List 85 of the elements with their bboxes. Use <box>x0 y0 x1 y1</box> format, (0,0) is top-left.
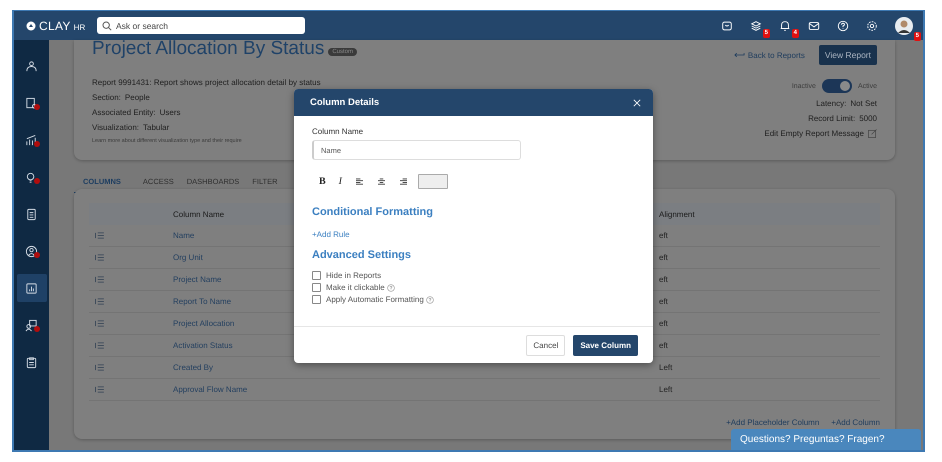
chart-up-icon <box>25 134 38 146</box>
back-link[interactable]: Back to Reports <box>734 50 805 60</box>
align-right-icon[interactable] <box>399 178 408 185</box>
sidebar-item[interactable] <box>16 274 46 302</box>
drag-handle-icon[interactable] <box>94 342 105 349</box>
dialog-title: Column Details <box>310 97 380 108</box>
save-column-button[interactable]: Save Column <box>573 334 638 356</box>
color-picker[interactable] <box>418 174 448 189</box>
option-label: Apply Automatic Formatting <box>326 295 424 304</box>
help-tab[interactable]: Questions? Preguntas? Fragen? <box>731 429 921 450</box>
checkbox[interactable] <box>312 271 321 280</box>
table-cell: eft <box>659 275 668 284</box>
setting-label: Record Limit: <box>808 114 856 123</box>
detail-label: Associated Entity: <box>92 108 156 117</box>
column-header: Column Name <box>173 210 224 218</box>
drag-handle-icon[interactable] <box>94 320 105 327</box>
drag-handle-icon[interactable] <box>94 386 105 393</box>
table-cell: eft <box>659 253 668 262</box>
view-report-button[interactable]: View Report <box>818 45 877 65</box>
close-icon[interactable] <box>633 98 641 106</box>
layers-icon[interactable] <box>750 20 762 32</box>
column-header: Alignment <box>659 210 695 218</box>
checkbox[interactable] <box>312 295 321 304</box>
table-cell: eft <box>659 231 668 240</box>
drag-handle-icon[interactable] <box>94 364 105 371</box>
table-cell: eft <box>659 297 668 306</box>
brand-suffix: HR <box>74 22 86 32</box>
setting-value: 5000 <box>859 114 877 123</box>
search-field[interactable]: Ask or search <box>97 17 305 34</box>
option-label: Hide in Reports <box>326 271 382 280</box>
status-toggle[interactable] <box>822 79 852 93</box>
clipboard-icon <box>25 356 38 368</box>
logo-icon <box>26 20 36 30</box>
column-name-link[interactable]: Approval Flow Name <box>173 385 248 394</box>
detail-value: Tabular <box>143 123 170 132</box>
drag-handle-icon[interactable] <box>94 254 105 261</box>
column-name-link[interactable]: Activation Status <box>173 341 233 350</box>
bar-chart-icon <box>25 282 38 294</box>
mail-icon[interactable] <box>808 20 820 32</box>
setting-value: Not Set <box>850 99 877 108</box>
column-name-link[interactable]: Created By <box>173 363 214 372</box>
brand-name: CLAY <box>39 18 71 32</box>
add-column-link[interactable]: +Add Placeholder Column <box>726 418 820 427</box>
column-name-link[interactable]: Report To Name <box>173 297 232 306</box>
search-icon <box>102 21 112 31</box>
section-heading: Conditional Formatting <box>312 206 433 218</box>
cancel-button[interactable]: Cancel <box>526 334 566 356</box>
section-heading: Advanced Settings <box>312 249 412 261</box>
column-name-link[interactable]: Project Name <box>173 275 222 284</box>
arrow-icon <box>734 52 745 58</box>
add-column-link[interactable]: +Add Column <box>831 418 880 427</box>
table-cell: eft <box>659 319 668 328</box>
drag-handle-icon[interactable] <box>94 276 105 283</box>
settings-icon[interactable] <box>866 20 878 32</box>
option-label: Make it clickable <box>326 283 385 292</box>
detail-label: Visualization: <box>92 123 139 132</box>
drag-handle-icon[interactable] <box>94 232 105 239</box>
document-icon <box>25 208 38 220</box>
report-title: Project Allocation By Status <box>92 38 324 60</box>
detail-label: Section: <box>92 93 121 102</box>
bell-icon[interactable] <box>779 20 791 32</box>
bold-button[interactable]: B <box>319 176 326 187</box>
column-name-link[interactable]: Project Allocation <box>173 319 234 328</box>
detail-value: Users <box>160 108 180 117</box>
align-center-icon[interactable] <box>377 178 386 185</box>
edit-icon[interactable] <box>868 129 877 138</box>
table-cell: eft <box>659 341 668 350</box>
drag-handle-icon[interactable] <box>94 298 105 305</box>
avatar-icon[interactable] <box>895 16 913 34</box>
report-description: Report 9991431: Report shows project allocation detail by status <box>92 78 322 87</box>
checkbox[interactable] <box>312 283 321 292</box>
table-cell: Left <box>659 385 672 394</box>
align-left-icon[interactable] <box>355 178 364 185</box>
column-name-link[interactable]: Name <box>173 231 194 240</box>
column-name-link[interactable]: Org Unit <box>173 253 203 262</box>
table-cell: Left <box>659 363 672 372</box>
add-rule-link[interactable]: +Add Rule <box>312 230 350 239</box>
user-circle-icon <box>25 244 38 258</box>
people-icon <box>25 60 38 72</box>
report-gear-icon <box>25 96 38 110</box>
detail-value: People <box>124 93 150 102</box>
italic-button[interactable]: I <box>338 176 342 187</box>
edit-message-label: Edit Empty Report Message <box>764 129 864 138</box>
setting-label: Latency: <box>816 99 846 108</box>
field-label: Column Name <box>312 127 364 136</box>
